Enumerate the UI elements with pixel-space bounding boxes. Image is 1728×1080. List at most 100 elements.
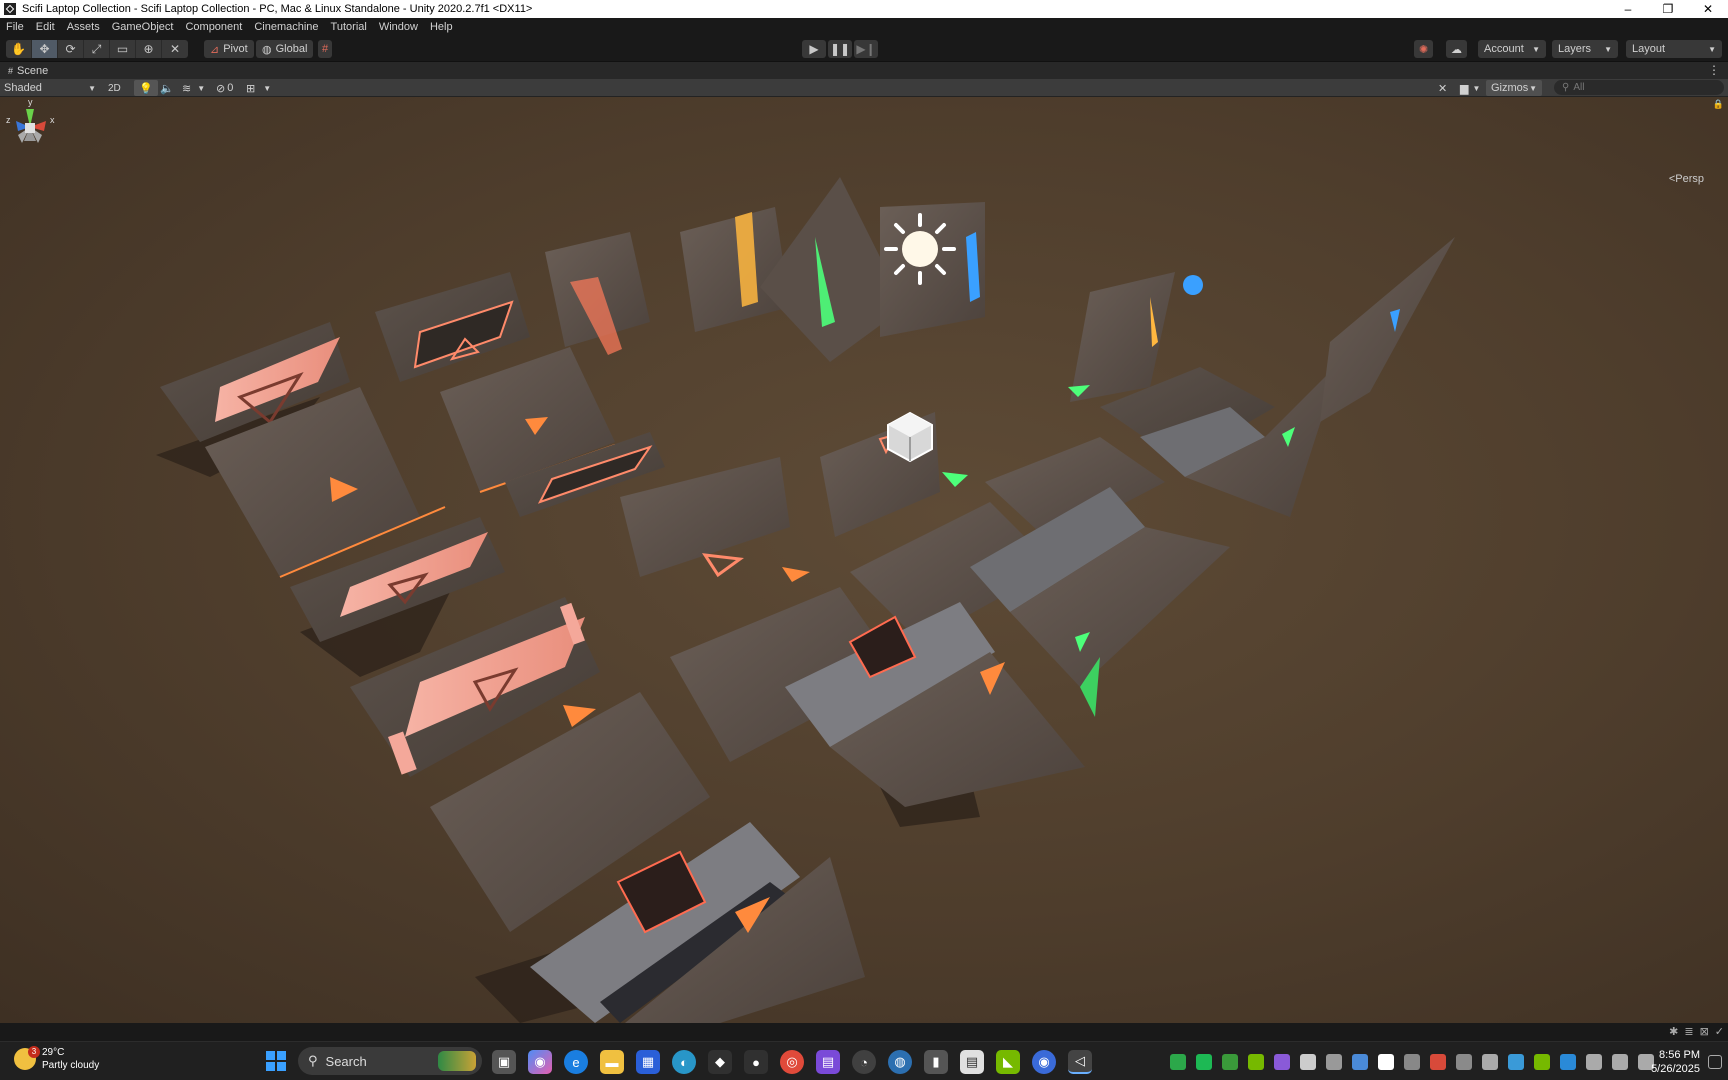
unity-taskbar-icon[interactable]: ◁ [1068,1050,1092,1074]
tray-onedrive-icon[interactable] [1560,1054,1576,1070]
wifi-icon[interactable] [1586,1054,1602,1070]
taskbar-search[interactable]: ⚲ Search [298,1047,482,1075]
audio-toggle[interactable]: 🔈 [160,80,174,96]
menu-edit[interactable]: Edit [30,18,61,36]
collab-button[interactable]: ✺ [1414,40,1434,58]
tray-shield-icon[interactable] [1326,1054,1342,1070]
volume-icon[interactable] [1612,1054,1628,1070]
browser-app-icon[interactable]: ◐ [672,1050,696,1074]
hidden-objects-toggle[interactable]: ⊘ 0 [216,80,233,96]
obs-icon[interactable]: ◔ [852,1050,876,1074]
hand-tool-icon[interactable]: ✋ [6,40,32,58]
step-button[interactable]: ▶❙ [854,40,878,58]
cloud-button[interactable]: ☁ [1446,40,1467,58]
tray-card-icon[interactable] [1456,1054,1472,1070]
microphone-icon[interactable]: ▮ [924,1050,948,1074]
effects-toggle[interactable]: ≋ ▼ [182,80,205,96]
menu-gameobject[interactable]: GameObject [106,18,180,36]
windows-start-icon[interactable] [266,1051,286,1071]
lock-icon[interactable]: 🔒 [1713,99,1724,110]
tray-nvidia-icon[interactable] [1534,1054,1550,1070]
shield-app-icon[interactable]: ● [744,1050,768,1074]
account-dropdown[interactable]: Account ▼ [1478,40,1546,58]
tray-dev-icon[interactable] [1352,1054,1368,1070]
tray-cloud-icon[interactable] [1508,1054,1524,1070]
chrome-icon[interactable]: ◎ [780,1050,804,1074]
more-options-icon[interactable]: ⋮ [1708,62,1720,79]
tab-scene[interactable]: # Scene [0,65,48,77]
tray-record-icon[interactable] [1430,1054,1446,1070]
scale-tool-icon[interactable]: ⤢ [84,40,110,58]
menu-file[interactable]: File [0,18,30,36]
scene-search-field[interactable]: ⚲ All [1554,80,1724,95]
custom-tool-icon[interactable]: ✕ [162,40,188,58]
orientation-gizmo[interactable]: y x z [0,97,60,177]
tray-app-k-icon[interactable] [1196,1054,1212,1070]
menu-help[interactable]: Help [424,18,459,36]
xbox-icon[interactable] [1170,1054,1186,1070]
file-explorer-icon[interactable]: ▬ [600,1050,624,1074]
status-bar: ✱ ≣ ⊠ ✓ [0,1023,1728,1041]
move-tool-icon[interactable]: ✥ [32,40,58,58]
alienware-icon[interactable]: ◆ [708,1050,732,1074]
tray-ime-icon[interactable] [1482,1054,1498,1070]
directional-light-icon[interactable] [884,213,956,285]
steam-icon[interactable]: ◉ [1032,1050,1056,1074]
tray-app-f-icon[interactable] [1222,1054,1238,1070]
window-title: Scifi Laptop Collection - Scifi Laptop C… [22,3,533,15]
store-icon[interactable]: ▦ [636,1050,660,1074]
projection-toggle[interactable]: <Persp [1669,173,1704,185]
taskbar-apps: ▣ ◉ e ▬ ▦ ◐ ◆ ● ◎ ▤ ◔ ◍ ▮ ▤ ◣ ◉ ◁ [492,1050,1092,1074]
globe-app-icon[interactable]: ◍ [888,1050,912,1074]
check-icon[interactable]: ✓ [1715,1025,1724,1038]
pivot-toggle[interactable]: ⊿ Pivot [204,40,254,58]
close-button[interactable]: ✕ [1688,0,1728,18]
rotate-tool-icon[interactable]: ⟳ [58,40,84,58]
pause-button[interactable]: ❚❚ [828,40,852,58]
windows-taskbar: 3 29°C Partly cloudy ⚲ Search ▣ ◉ e ▬ ▦ … [0,1041,1728,1080]
maximize-button[interactable]: ❐ [1648,0,1688,18]
tray-g-icon[interactable] [1378,1054,1394,1070]
tray-app-drop-icon[interactable] [1274,1054,1290,1070]
nvidia-icon[interactable]: ◣ [996,1050,1020,1074]
eye-slash-icon: ⊘ [216,82,226,95]
clapper-icon[interactable]: ▤ [816,1050,840,1074]
taskbar-clock[interactable]: 8:56 PM 5/26/2025 [1651,1048,1700,1076]
grid-snap-button[interactable]: # [318,40,333,58]
2d-toggle[interactable]: 2D [108,80,121,96]
menu-component[interactable]: Component [179,18,248,36]
gizmos-dropdown[interactable]: Gizmos ▼ [1486,80,1542,96]
edge-icon[interactable]: e [564,1050,588,1074]
search-icon: ⚲ [1562,82,1570,93]
menu-assets[interactable]: Assets [61,18,106,36]
rect-tool-icon[interactable]: ▭ [110,40,136,58]
scene-viewport[interactable]: y x z 🔒 <Persp [0,97,1728,1023]
global-toggle[interactable]: ◍ Global [256,40,314,58]
tools-toggle[interactable]: ✕ [1438,80,1447,96]
menu-window[interactable]: Window [373,18,424,36]
lighting-progress-icon[interactable]: ≣ [1684,1025,1693,1038]
task-view-icon[interactable]: ▣ [492,1050,516,1074]
grid-toggle[interactable]: ⊞ ▼ [246,80,271,96]
shading-mode-dropdown[interactable]: Shaded ▼ [4,80,96,96]
layers-dropdown[interactable]: Layers ▼ [1552,40,1618,58]
transform-tool-icon[interactable]: ⊕ [136,40,162,58]
copilot-icon[interactable]: ◉ [528,1050,552,1074]
axis-y-label: y [28,97,33,107]
lighting-toggle[interactable]: 💡 [134,80,158,96]
menu-tutorial[interactable]: Tutorial [325,18,373,36]
weather-widget[interactable]: 3 29°C Partly cloudy [14,1046,99,1072]
search-placeholder: All [1573,82,1585,93]
layout-dropdown[interactable]: Layout ▼ [1626,40,1722,58]
tray-unity-icon[interactable] [1300,1054,1316,1070]
notepad-icon[interactable]: ▤ [960,1050,984,1074]
bug-icon[interactable]: ✱ [1669,1025,1678,1038]
tray-app-n-icon[interactable] [1248,1054,1264,1070]
auto-generate-icon[interactable]: ⊠ [1700,1025,1709,1038]
play-button[interactable]: ▶ [802,40,826,58]
minimize-button[interactable]: – [1608,0,1648,18]
menu-cinemachine[interactable]: Cinemachine [248,18,324,36]
notification-icon[interactable] [1708,1055,1722,1069]
camera-toggle[interactable]: ▆ ▼ [1460,80,1480,96]
tray-pen-icon[interactable] [1404,1054,1420,1070]
